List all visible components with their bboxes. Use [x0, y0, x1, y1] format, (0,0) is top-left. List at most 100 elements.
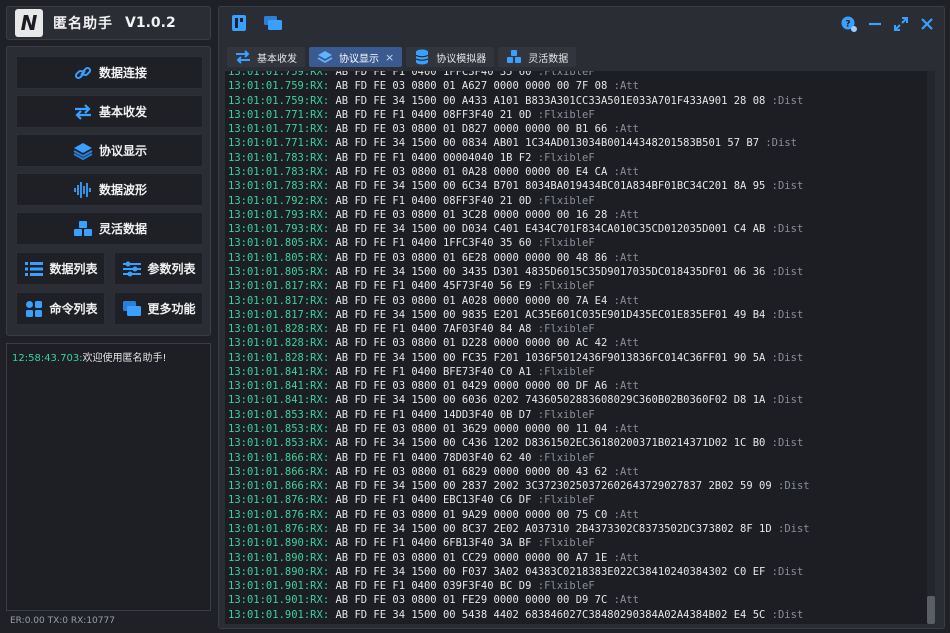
- panel-toggle-icon[interactable]: [229, 13, 249, 33]
- row-time: 13:01:01.841:RX:: [228, 394, 330, 407]
- more-label: 更多功能: [147, 302, 196, 316]
- close-icon[interactable]: [918, 15, 936, 33]
- row-hex: AB FD FE 03 0800 01 FE29 0000 0000 00 D9…: [329, 594, 608, 607]
- data-list-button[interactable]: 数据列表: [16, 252, 105, 285]
- row-label: :FlxibleF: [531, 408, 595, 421]
- row-label: :Dist: [759, 137, 797, 150]
- row-time: 13:01:01.890:RX:: [228, 537, 330, 550]
- basic-io-button[interactable]: 基本收发: [16, 95, 203, 128]
- vertical-scrollbar[interactable]: [927, 71, 935, 624]
- protocol-row: 13:01:01.890:RX: AB FD FE 34 1500 00 F03…: [228, 565, 810, 579]
- row-hex: AB FD FE F1 0400 78D03F40 62 40: [329, 451, 532, 464]
- log-panel: 12:58:43.703:欢迎使用匿名助手!: [6, 343, 211, 611]
- tab-protocol-simulator-label: 协议模拟器: [436, 53, 487, 65]
- user-help-icon[interactable]: ?: [840, 15, 858, 33]
- tab-protocol-view[interactable]: 协议显示 ×: [309, 47, 403, 67]
- row-time: 13:01:01.759:RX:: [228, 94, 330, 107]
- row-hex: AB FD FE 34 1500 00 0834 AB01 1C34AD0130…: [329, 137, 760, 150]
- row-label: :Dist: [765, 351, 804, 364]
- row-hex: AB FD FE 34 1500 00 6036 0202 7436050288…: [329, 394, 766, 407]
- row-time: 13:01:01.876:RX:: [228, 508, 330, 521]
- function-menu: 数据连接 基本收发 协议显示 数据波形 灵活数据 数据列表 参数列表 命令列表 …: [6, 46, 211, 336]
- protocol-row: 13:01:01.828:RX: AB FD FE F1 0400 7AF03F…: [228, 322, 810, 336]
- grid-icon: [23, 299, 45, 319]
- window-controls: ?: [840, 15, 936, 33]
- row-time: 13:01:01.841:RX:: [228, 365, 330, 378]
- row-time: 13:01:01.853:RX:: [228, 408, 330, 421]
- tab-basic-io[interactable]: 基本收发: [227, 47, 305, 67]
- row-time: 13:01:01.817:RX:: [228, 280, 330, 293]
- cmd-list-button[interactable]: 命令列表: [16, 292, 105, 325]
- top-toolbar: [229, 13, 283, 33]
- protocol-row: 13:01:01.866:RX: AB FD FE 03 0800 01 682…: [228, 465, 810, 479]
- row-label: :Att: [607, 380, 639, 393]
- protocol-row: 13:01:01.759:RX: AB FD FE 03 0800 01 A62…: [228, 79, 810, 93]
- database-icon: [414, 49, 430, 65]
- connect-button[interactable]: 数据连接: [16, 56, 203, 89]
- swap-arrows-icon: [72, 102, 94, 122]
- protocol-row: 13:01:01.841:RX: AB FD FE 34 1500 00 603…: [228, 393, 810, 407]
- more-button[interactable]: 更多功能: [114, 292, 203, 325]
- row-time: 13:01:01.792:RX:: [228, 194, 330, 207]
- row-label: :Dist: [765, 394, 804, 407]
- row-label: :FlxibleF: [531, 323, 595, 336]
- row-time: 13:01:01.771:RX:: [228, 108, 330, 121]
- tab-protocol-simulator[interactable]: 协议模拟器: [406, 47, 495, 67]
- protocol-row: 13:01:01.876:RX: AB FD FE 03 0800 01 9A2…: [228, 508, 810, 522]
- row-time: 13:01:01.793:RX:: [228, 208, 330, 221]
- protocol-row: 13:01:01.901:RX: AB FD FE 03 0800 01 FE2…: [228, 593, 810, 607]
- minimize-icon[interactable]: [866, 15, 884, 33]
- protocol-row: 13:01:01.901:RX: AB FD FE 34 1500 00 543…: [228, 608, 810, 622]
- row-label: :Dist: [765, 180, 804, 193]
- protocol-row: 13:01:01.817:RX: AB FD FE F1 0400 45F73F…: [228, 279, 810, 293]
- row-time: 13:01:01.890:RX:: [228, 551, 330, 564]
- protocol-row: 13:01:01.866:RX: AB FD FE 34 1500 00 283…: [228, 479, 810, 493]
- row-hex: AB FD FE 34 1500 00 FC35 F201 1036F50124…: [329, 351, 766, 364]
- row-label: :Dist: [771, 480, 810, 493]
- row-hex: AB FD FE F1 0400 039F3F40 BC D9: [329, 580, 532, 593]
- waveform-button[interactable]: 数据波形: [16, 173, 203, 206]
- protocol-row: 13:01:01.805:RX: AB FD FE F1 0400 1FFC3F…: [228, 236, 810, 250]
- row-time: 13:01:01.866:RX:: [228, 465, 330, 478]
- row-time: 13:01:01.783:RX:: [228, 151, 330, 164]
- param-list-button[interactable]: 参数列表: [114, 252, 203, 285]
- row-label: :FlxibleF: [531, 194, 595, 207]
- scroll-thumb[interactable]: [927, 596, 935, 624]
- row-time: 13:01:01.805:RX:: [228, 265, 330, 278]
- windows-icon[interactable]: [263, 13, 283, 33]
- cubes-icon: [72, 219, 94, 239]
- row-time: 13:01:01.901:RX:: [228, 594, 330, 607]
- protocol-data-view[interactable]: 13:01:01.759:RX: AB FD FE F1 0400 1FFC3F…: [225, 71, 935, 624]
- row-time: 13:01:01.901:RX:: [228, 580, 330, 593]
- tab-close-icon[interactable]: ×: [385, 51, 394, 64]
- cmd-list-label: 命令列表: [49, 302, 98, 316]
- flex-data-button[interactable]: 灵活数据: [16, 212, 203, 245]
- row-hex: AB FD FE 03 0800 01 CC29 0000 0000 00 A7…: [329, 551, 608, 564]
- protocol-view-button[interactable]: 协议显示: [16, 134, 203, 167]
- maximize-icon[interactable]: [892, 15, 910, 33]
- row-hex: AB FD FE 03 0800 01 0429 0000 0000 00 DF…: [329, 380, 608, 393]
- row-hex: AB FD FE 34 1500 00 8C37 2E02 A037310 2B…: [329, 523, 772, 535]
- tab-flex-data[interactable]: 灵活数据: [498, 47, 577, 67]
- row-label: :FlxibleF: [531, 151, 595, 164]
- row-hex: AB FD FE 34 1500 00 6C34 B701 8034BA0194…: [329, 180, 766, 193]
- row-time: 13:01:01.901:RX:: [228, 608, 330, 621]
- row-label: :FlxibleF: [531, 280, 595, 293]
- row-time: 13:01:01.866:RX:: [228, 480, 330, 493]
- row-label: :Dist: [765, 608, 804, 621]
- protocol-row: 13:01:01.793:RX: AB FD FE 03 0800 01 3C2…: [228, 208, 810, 222]
- log-time: 12:58:43.703:: [12, 353, 83, 364]
- protocol-row: 13:01:01.771:RX: AB FD FE 03 0800 01 D82…: [228, 122, 810, 136]
- row-hex: AB FD FE 03 0800 01 6829 0000 0000 00 43…: [329, 465, 608, 478]
- swap-arrows-icon: [235, 49, 251, 65]
- row-time: 13:01:01.783:RX:: [228, 180, 330, 193]
- row-time: 13:01:01.866:RX:: [228, 451, 330, 464]
- tab-basic-io-label: 基本收发: [257, 53, 297, 65]
- row-hex: AB FD FE F1 0400 08FF3F40 21 0D: [329, 108, 532, 121]
- cubes-icon: [506, 49, 522, 65]
- data-list-label: 数据列表: [49, 262, 98, 276]
- protocol-view-label: 协议显示: [98, 144, 147, 158]
- row-time: 13:01:01.783:RX:: [228, 165, 330, 178]
- row-label: :Att: [607, 465, 639, 478]
- row-hex: AB FD FE 34 1500 00 3435 D301 4835D6015C…: [329, 265, 766, 278]
